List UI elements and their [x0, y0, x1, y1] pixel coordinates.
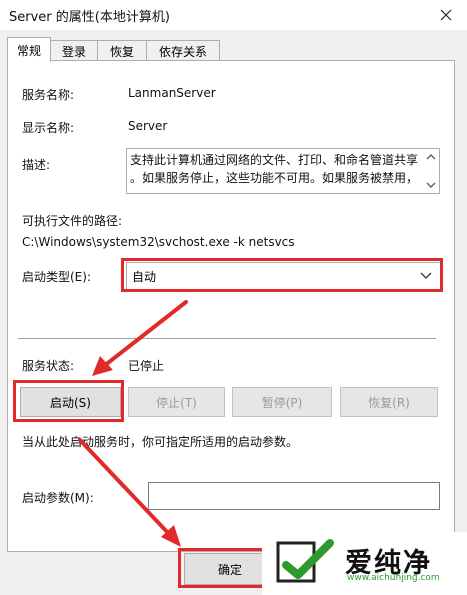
arrow-to-start-button [92, 300, 188, 376]
brand-logo-icon [276, 539, 334, 583]
tab-general-label: 常规 [16, 43, 41, 58]
arrow-to-ok-button [78, 438, 181, 547]
annotation-arrows [78, 300, 188, 547]
brand-url: www.aichunjing.com [347, 573, 440, 583]
tab-general[interactable]: 常规 [7, 37, 51, 62]
